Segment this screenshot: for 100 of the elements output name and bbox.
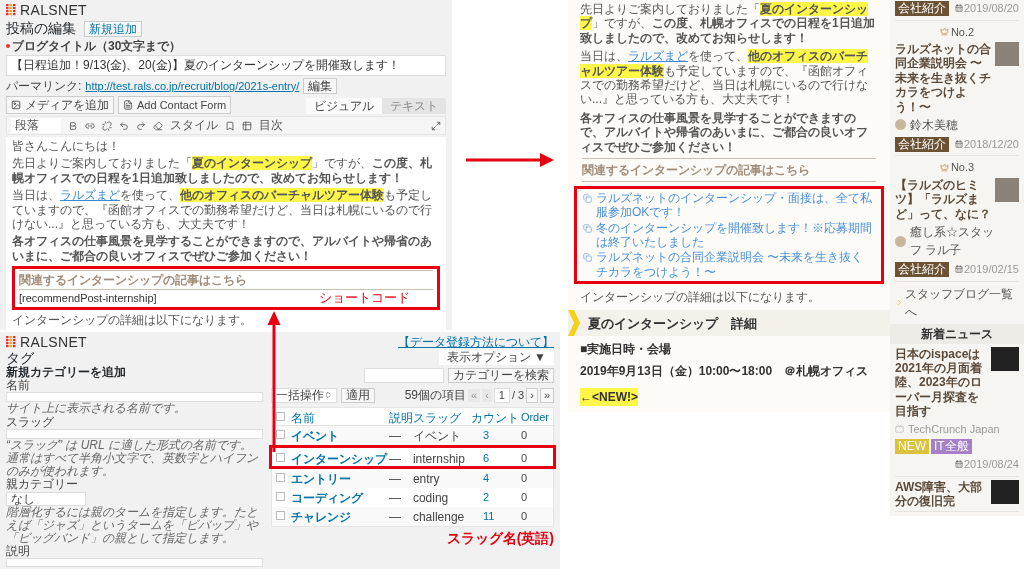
column-header[interactable]: Order	[520, 409, 549, 426]
field-label: 親カテゴリー	[6, 478, 79, 492]
section-heading: 関連するインターンシップの記事はこちら	[19, 273, 247, 288]
add-media-button[interactable]: メディアを追加	[6, 96, 114, 114]
checkbox[interactable]	[275, 453, 285, 462]
chevron-right-icon	[895, 298, 904, 308]
checkbox[interactable]	[275, 492, 285, 501]
copy-icon	[583, 193, 592, 203]
table-cell-text: —	[388, 490, 402, 507]
crown-icon	[939, 27, 949, 37]
name-input[interactable]	[6, 392, 263, 403]
article-title-link[interactable]: ラルズネットの合同企業説明会 〜未来を生き抜くチカラをつけよう！〜	[895, 42, 991, 114]
form-title: 新規カテゴリーを追加	[6, 366, 127, 379]
page-input[interactable]: 1	[493, 387, 510, 403]
news-title-link[interactable]: 日本のispaceは2021年の月面着陸、2023年のローバー月探査を目指す	[895, 346, 987, 419]
chevron-mark-icon	[568, 310, 580, 337]
pager-button[interactable]: »	[539, 387, 554, 403]
date-text: 2018/12/20	[963, 136, 1019, 152]
bulk-action-select[interactable]: 一括操作	[270, 387, 337, 403]
toc-button[interactable]: 目次	[259, 118, 283, 133]
column-header[interactable]: 名前	[284, 409, 389, 427]
tag-name-link[interactable]: チャレンジ	[284, 508, 389, 526]
table-cell-text: challenge	[412, 509, 466, 526]
table-cell-text: 0	[520, 471, 527, 486]
column-header[interactable]: カウント	[470, 409, 521, 427]
media-icon	[11, 100, 21, 110]
table-cell-text: 0	[520, 451, 527, 466]
schedule-label: ■実施日時・会場	[580, 341, 673, 359]
table-cell-text: 0	[520, 509, 527, 524]
schedule-text: 2019年9月13日（金）10:00〜18:00 ＠札幌オフィス	[580, 363, 869, 381]
column-header[interactable]: 説明	[388, 409, 413, 427]
search-categories-button[interactable]: カテゴリーを検索	[448, 368, 554, 383]
description-textarea[interactable]	[6, 558, 263, 567]
category-tag: 会社紹介	[895, 0, 949, 16]
field-label: スラッグ	[6, 415, 55, 429]
logo-text: RALSNET	[20, 2, 88, 18]
apply-button[interactable]: 適用	[340, 387, 375, 403]
table-cell-text: 2	[481, 490, 490, 505]
section-title: 夏のインターンシップ 詳細	[588, 314, 757, 333]
tag-name-link[interactable]: コーディング	[284, 489, 389, 507]
permalink-link[interactable]: http://test.rals.co.jp/recruit/blog/2021s-entry/	[85, 78, 300, 94]
help-link[interactable]: 【データ登録方法について】	[398, 335, 554, 349]
paragraph-text: 先日よりご案内しておりました「夏のインターンシップ」ですが、この度、札幌オフィスでの日程を1日追加致しましたので、改めてお知らせします！	[580, 2, 876, 46]
undo-icon	[119, 120, 129, 131]
edit-button[interactable]: 編集	[303, 78, 338, 94]
redo-icon	[136, 120, 146, 131]
link[interactable]: ラルズまど	[60, 188, 120, 203]
table-cell-text: —	[388, 471, 402, 488]
field-hint: サイト上に表示される名前です。	[6, 402, 187, 416]
table-cell-text: coding	[412, 490, 450, 507]
author-name: 鈴木美穂	[910, 116, 959, 134]
field-label: ブログタイトル（30文字まで）	[12, 39, 182, 53]
tag-name-link[interactable]: エントリー	[284, 470, 389, 488]
table-cell-text: イベント	[412, 428, 462, 445]
permalink-label: パーマリンク:	[6, 78, 82, 94]
shortcode-text: [recommendPost-internship]	[19, 291, 158, 307]
link[interactable]: ラルズまど	[628, 49, 688, 64]
table-cell-text: 0	[520, 490, 527, 505]
logo-icon	[6, 336, 16, 348]
date-text: 2019/08/24	[963, 457, 1019, 473]
category-tag: IT全般	[931, 439, 972, 455]
source-icon	[895, 424, 904, 434]
screen-options-button[interactable]: 表示オプション ▼	[438, 350, 554, 365]
table-cell-text: —	[388, 509, 402, 526]
field-hint: 階層化するには親のタームを指定します。たとえば「ジャズ」というタームを「ビバップ」や「ビッグバンド」の親として指定します。	[6, 505, 260, 545]
link-icon	[85, 120, 95, 131]
search-input[interactable]	[364, 368, 444, 383]
checkbox[interactable]	[275, 511, 285, 520]
paragraph-text: インターンシップの詳細は以下になります。	[12, 313, 253, 328]
add-contact-form-button[interactable]: Add Contact Form	[118, 96, 232, 114]
table-cell-text: 11	[481, 509, 496, 524]
checkbox[interactable]	[275, 473, 285, 482]
style-dropdown[interactable]: スタイル	[170, 118, 218, 133]
tag-name-link[interactable]: インターンシップ	[284, 450, 389, 468]
rank-label: No.2	[950, 24, 975, 40]
slug-input[interactable]	[6, 428, 263, 439]
paragraph-text: 各オフィスの仕事風景を見学することができますので、アルバイトや帰省のあいまに、ご都合の良いオフィスでぜひご参加ください！	[580, 110, 869, 154]
format-select[interactable]: 段落	[11, 118, 61, 133]
calendar-icon	[954, 265, 963, 274]
pager-button[interactable]: ›	[526, 387, 538, 403]
article-title-link[interactable]: 【ラルズのヒミツ】「ラルズまど」って、なに？	[895, 177, 991, 222]
tag-name-link[interactable]: イベント	[284, 427, 389, 445]
title-field[interactable]: 【日程追加！9/13(金)、20(金)】夏のインターンシップを開催致します！	[6, 55, 446, 76]
eraser-icon	[153, 120, 163, 131]
category-tag: 会社紹介	[895, 261, 949, 277]
news-title-link[interactable]: AWS障害、大部分の復旧完	[895, 479, 987, 509]
category-tag: NEW	[895, 439, 929, 455]
staff-blog-link[interactable]: スタッフブログ一覧へ	[904, 284, 1019, 321]
column-header[interactable]: スラッグ	[412, 409, 471, 427]
parent-select[interactable]: なし	[6, 491, 86, 506]
editor-tab[interactable]: ビジュアル	[306, 98, 382, 114]
page-heading: タグ	[6, 350, 35, 366]
checkbox[interactable]	[275, 430, 285, 439]
fullscreen-icon	[431, 120, 441, 131]
paragraph-text: インターンシップの詳細は以下になります。	[580, 289, 821, 307]
add-new-button[interactable]: 新規追加	[84, 20, 142, 37]
field-hint: “スラッグ” は URL に適した形式の名前です。通常はすべて半角小文字で、英数字とハイフンのみが使われます。	[6, 438, 259, 479]
item-count: 59個の項目	[404, 387, 467, 404]
checkbox[interactable]	[275, 412, 285, 421]
logo-text: RALSNET	[20, 334, 88, 350]
